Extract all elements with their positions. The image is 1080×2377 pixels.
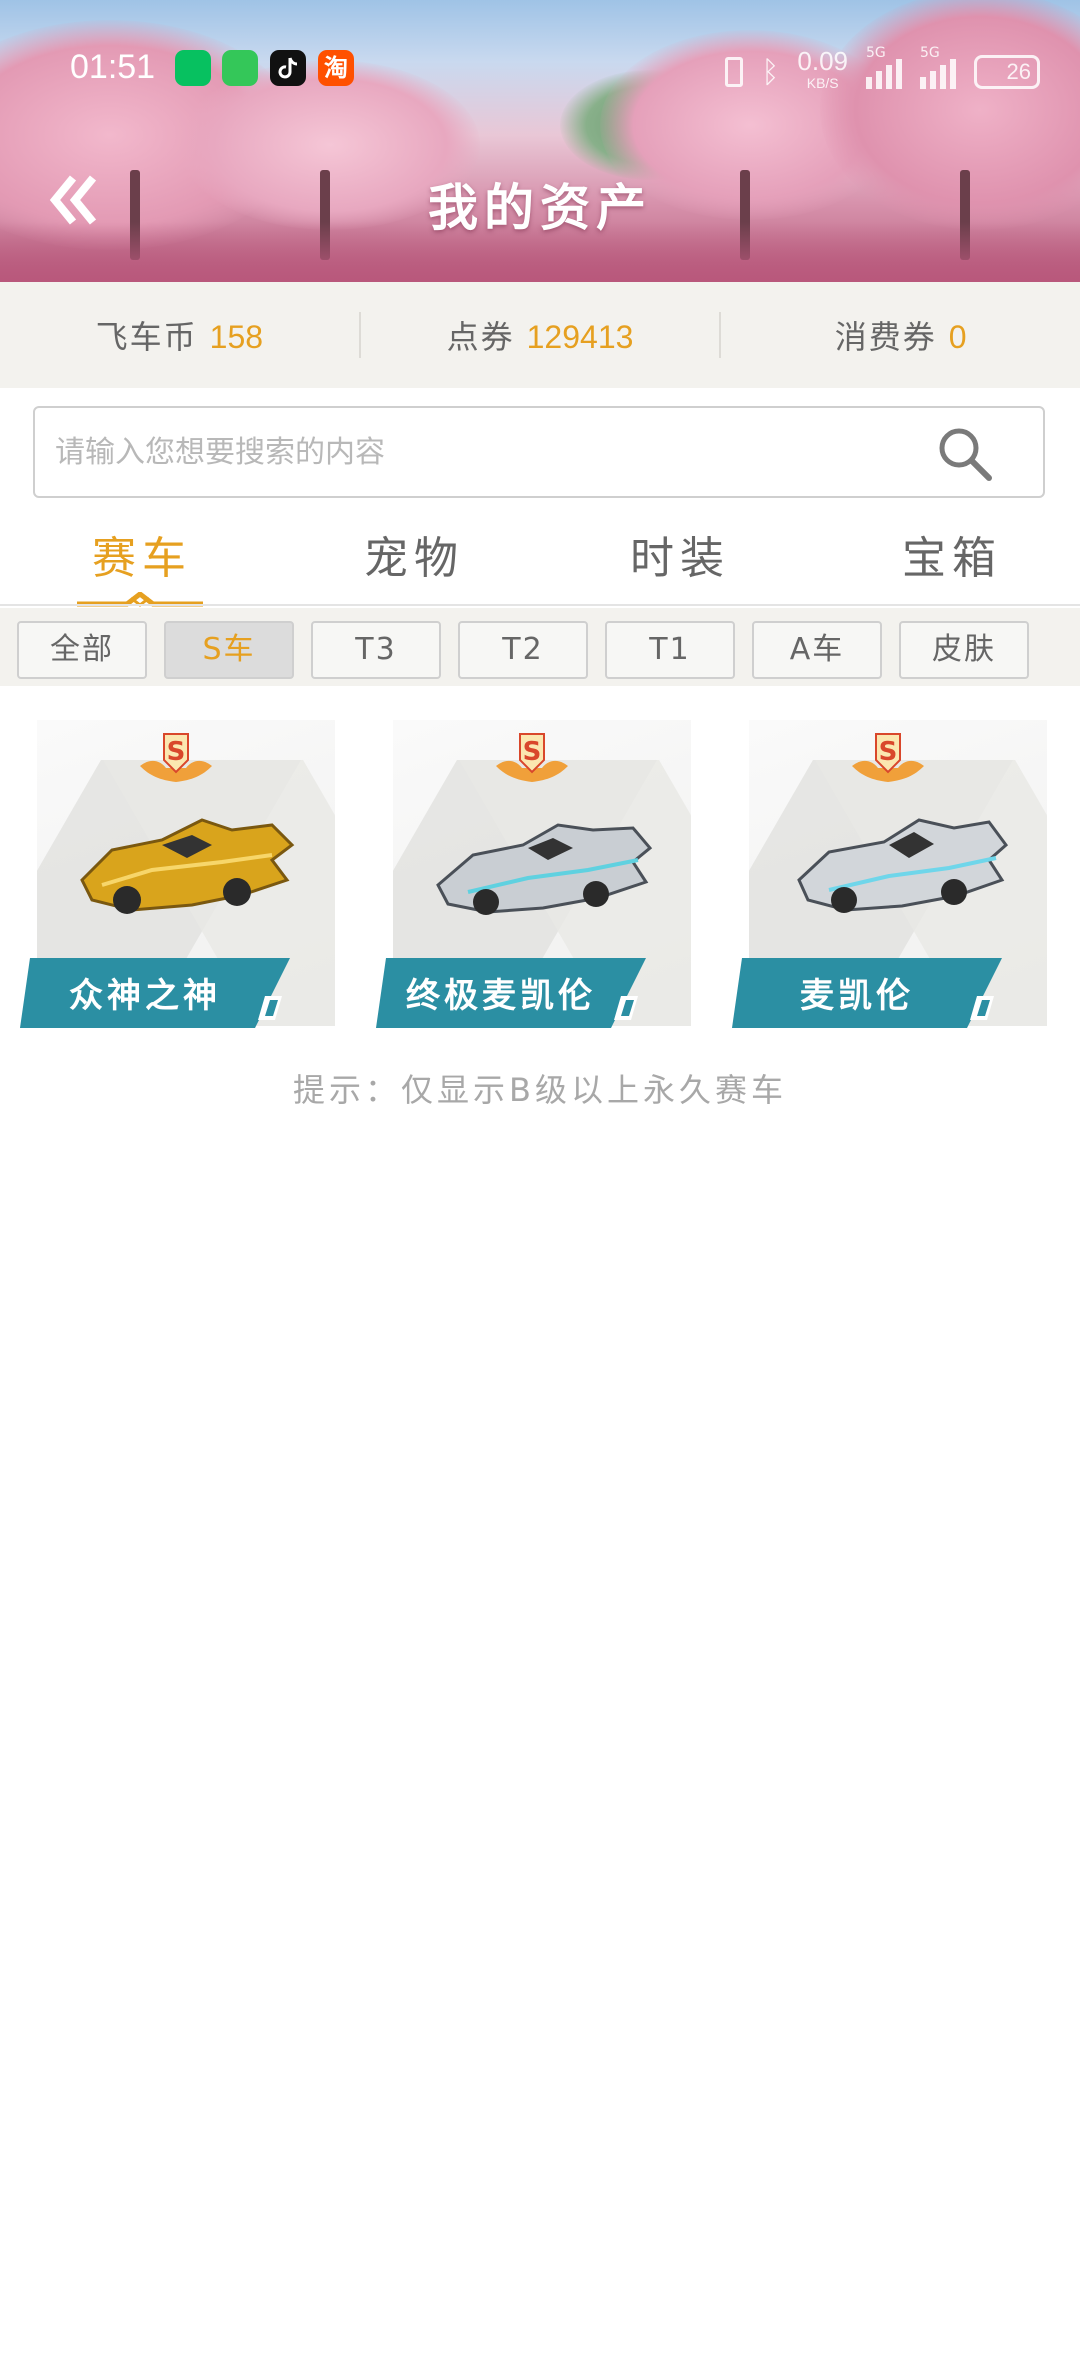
car-name: 终极麦凯伦 bbox=[406, 976, 596, 1016]
svg-text:S: S bbox=[167, 737, 186, 767]
svg-text:S: S bbox=[523, 737, 542, 767]
car-card[interactable]: S 麦凯伦 bbox=[732, 720, 1047, 1030]
network-type-1: 5G bbox=[866, 45, 886, 61]
car-image-silver bbox=[436, 823, 653, 915]
balance-xiaofeiquan: 消费券 0 bbox=[721, 312, 1080, 358]
balance-dianquan: 点券 129413 bbox=[361, 312, 720, 358]
balance-label: 点券 bbox=[446, 318, 515, 356]
filter-all[interactable]: 全部 bbox=[17, 621, 147, 679]
grade-filter-bar: 全部 S车 T3 T2 T1 A车 皮肤 bbox=[0, 608, 1080, 686]
balance-value: 158 bbox=[209, 319, 264, 355]
header-banner: 01:51 淘 ᛒ 0.09 KB/S 5G 5G 26 我的资产 bbox=[0, 0, 1080, 282]
filter-a-car[interactable]: A车 bbox=[752, 621, 882, 679]
tab-pet[interactable]: 宠物 bbox=[364, 522, 464, 586]
filter-t2[interactable]: T2 bbox=[458, 621, 588, 679]
category-tabs: 赛车 宠物 时装 宝箱 bbox=[0, 510, 1080, 607]
balance-feichebi: 飞车币 158 bbox=[0, 312, 359, 358]
tab-treasure-box[interactable]: 宝箱 bbox=[902, 522, 1002, 586]
svg-text:S: S bbox=[879, 737, 898, 767]
balance-label: 飞车币 bbox=[95, 318, 198, 356]
car-card[interactable]: S 终极麦凯伦 bbox=[376, 720, 691, 1030]
filter-s-car[interactable]: S车 bbox=[164, 621, 294, 679]
battery-icon: 26 bbox=[974, 55, 1040, 89]
balance-label: 消费券 bbox=[834, 318, 937, 356]
network-type-2: 5G bbox=[920, 45, 940, 61]
filter-t1[interactable]: T1 bbox=[605, 621, 735, 679]
filter-skin[interactable]: 皮肤 bbox=[899, 621, 1029, 679]
filter-t3[interactable]: T3 bbox=[311, 621, 441, 679]
signal-2: 5G bbox=[920, 45, 956, 89]
status-indicators: ᛒ 0.09 KB/S 5G 5G 26 bbox=[725, 45, 1040, 94]
search-input[interactable] bbox=[55, 408, 935, 496]
car-name: 众神之神 bbox=[69, 976, 221, 1016]
balance-value: 0 bbox=[948, 319, 967, 355]
signal-1: 5G bbox=[866, 45, 902, 89]
car-name: 麦凯伦 bbox=[800, 976, 914, 1016]
s-grade-badge-icon: S bbox=[852, 733, 924, 782]
car-image-gold bbox=[80, 818, 295, 914]
tab-racecar[interactable]: 赛车 bbox=[92, 522, 192, 586]
tiktok-icon bbox=[270, 50, 306, 86]
wechat-icon bbox=[175, 50, 211, 86]
tab-fashion[interactable]: 时装 bbox=[630, 522, 730, 586]
network-speed: 0.09 KB/S bbox=[797, 48, 848, 94]
balance-bar: 飞车币 158 点券 129413 消费券 0 bbox=[0, 282, 1080, 388]
balance-value: 129413 bbox=[526, 319, 634, 355]
status-bar: 01:51 淘 ᛒ 0.09 KB/S 5G 5G 26 bbox=[0, 40, 1080, 100]
vibrate-icon bbox=[725, 57, 744, 87]
status-time: 01:51 bbox=[70, 48, 156, 86]
car-card[interactable]: S 众神之神 bbox=[20, 720, 335, 1030]
hint-text: 提示：仅显示B级以上永久赛车 bbox=[293, 1071, 787, 1109]
page-title: 我的资产 bbox=[428, 179, 652, 237]
bluetooth-icon: ᛒ bbox=[761, 54, 780, 90]
search-icon[interactable] bbox=[935, 424, 995, 484]
s-grade-badge-icon: S bbox=[496, 733, 568, 782]
s-grade-badge-icon: S bbox=[140, 733, 212, 782]
taobao-icon: 淘 bbox=[318, 50, 354, 86]
car-image-silver bbox=[797, 818, 1009, 913]
tabs-divider bbox=[0, 604, 1080, 606]
search-box bbox=[33, 406, 1045, 498]
messages-icon bbox=[222, 50, 258, 86]
